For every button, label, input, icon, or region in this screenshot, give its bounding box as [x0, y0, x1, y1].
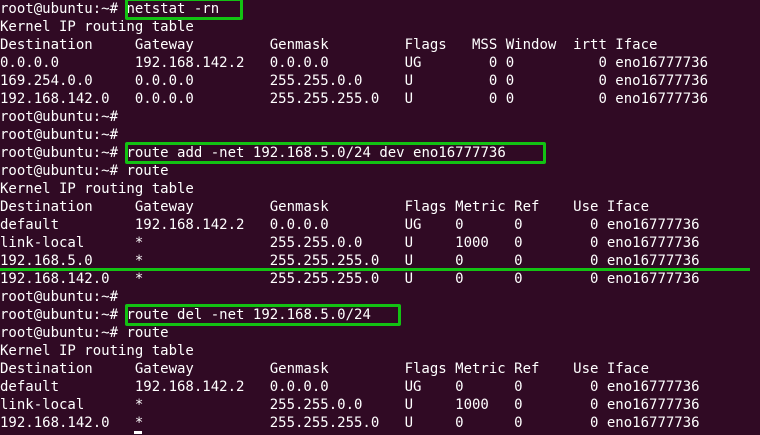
highlight-underline-route	[0, 268, 750, 271]
prompt: root@ubuntu:~#	[0, 163, 119, 179]
command-text: route	[126, 325, 169, 341]
output-line: Kernel IP routing table	[0, 19, 194, 35]
prompt: root@ubuntu:~#	[0, 289, 119, 305]
table-header: Destination Gateway Genmask Flags MSS Wi…	[0, 37, 658, 53]
table-row: 192.168.142.0 * 255.255.255.0 U 0 0 0 en…	[0, 415, 700, 431]
table-row: 192.168.142.0 0.0.0.0 255.255.255.0 U 0 …	[0, 91, 709, 107]
prompt: root@ubuntu:~#	[0, 109, 119, 125]
prompt: root@ubuntu:~#	[0, 1, 119, 17]
output-line: Kernel IP routing table	[0, 181, 194, 197]
table-row: 169.254.0.0 0.0.0.0 255.255.0.0 U 0 0 0 …	[0, 73, 709, 89]
prompt: root@ubuntu:~#	[0, 325, 119, 341]
text-cursor	[134, 431, 142, 434]
output-line: Kernel IP routing table	[0, 343, 194, 359]
highlight-box-route-del	[125, 304, 401, 326]
table-row: link-local * 255.255.0.0 U 1000 0 0 eno1…	[0, 235, 700, 251]
table-row: 192.168.142.0 * 255.255.255.0 U 0 0 0 en…	[0, 271, 700, 287]
prompt-line: root@ubuntu:~#	[0, 108, 126, 126]
table-row: 0.0.0.0 192.168.142.2 0.0.0.0 UG 0 0 0 e…	[0, 55, 709, 71]
highlight-box-netstat	[125, 0, 243, 20]
terminal-window[interactable]: root@ubuntu:~# netstat -rn Kernel IP rou…	[0, 0, 760, 435]
command-text: route	[126, 163, 169, 179]
prompt-line: root@ubuntu:~# route	[0, 162, 169, 180]
table-row: default 192.168.142.2 0.0.0.0 UG 0 0 0 e…	[0, 217, 700, 233]
table-row: link-local * 255.255.0.0 U 1000 0 0 eno1…	[0, 397, 700, 413]
prompt-line: root@ubuntu:~# route	[0, 324, 169, 342]
prompt-line: root@ubuntu:~#	[0, 288, 126, 306]
prompt: root@ubuntu:~#	[0, 127, 119, 143]
prompt: root@ubuntu:~#	[0, 307, 119, 323]
table-row: default 192.168.142.2 0.0.0.0 UG 0 0 0 e…	[0, 379, 700, 395]
prompt: root@ubuntu:~#	[0, 145, 119, 161]
highlight-box-route-add	[125, 142, 546, 164]
table-header: Destination Gateway Genmask Flags Metric…	[0, 361, 650, 377]
table-header: Destination Gateway Genmask Flags Metric…	[0, 199, 650, 215]
prompt-line: root@ubuntu:~#	[0, 126, 126, 144]
